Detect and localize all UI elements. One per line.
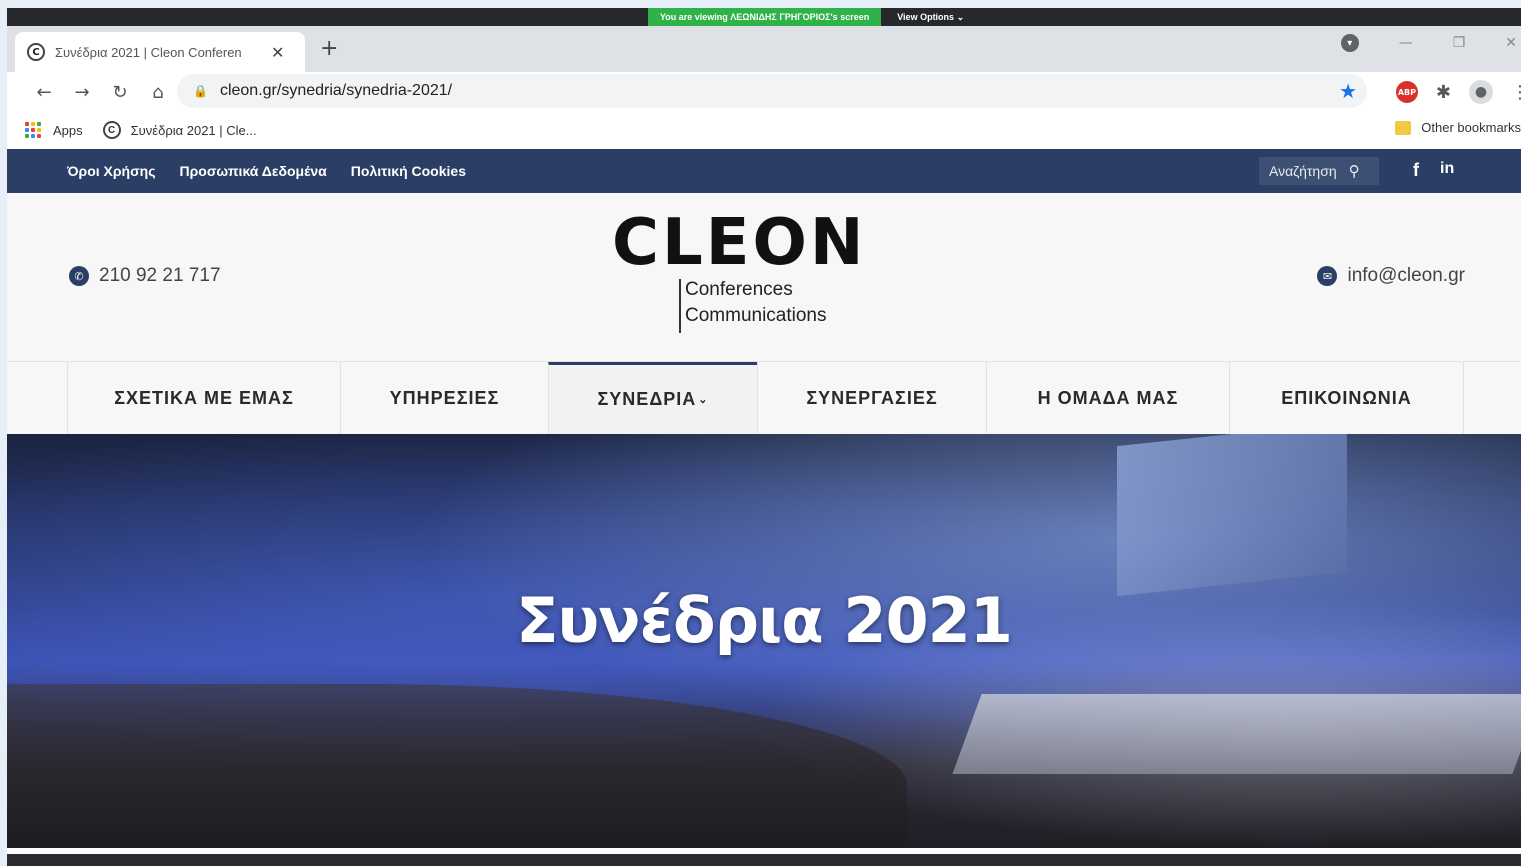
bookmark-site-favicon-icon: C xyxy=(102,121,121,139)
tab-search-icon[interactable]: ▾ xyxy=(1340,34,1359,52)
email-address: info@cleon.gr xyxy=(1347,265,1465,286)
envelope-icon: ✉ xyxy=(1317,266,1338,286)
browser-tab[interactable]: C Συνέδρια 2021 | Cleon Conferen ✕ xyxy=(15,32,305,72)
bottom-strip xyxy=(7,854,1521,866)
nav-partnerships-label: ΣΥΝΕΡΓΑΣΙΕΣ xyxy=(806,387,938,408)
profile-avatar-icon[interactable]: ● xyxy=(1469,80,1493,104)
nav-contact-label: ΕΠΙΚΟΙΝΩΝΙΑ xyxy=(1281,387,1412,408)
bookmark-star-icon[interactable]: ★ xyxy=(1339,79,1357,103)
facebook-icon[interactable]: f xyxy=(1413,160,1419,181)
url-text[interactable]: cleon.gr/synedria/synedria-2021/ xyxy=(220,82,452,100)
bookmark-cleon[interactable]: Συνέδρια 2021 | Cle... xyxy=(131,123,257,138)
chevron-down-icon: ⌄ xyxy=(698,394,709,406)
apps-grid-icon[interactable] xyxy=(25,122,41,138)
site-header: ✆ 210 92 21 717 CLEON Conferences Commun… xyxy=(7,193,1521,361)
lock-icon[interactable]: 🔒 xyxy=(193,84,208,98)
logo-tagline-line2: Communications xyxy=(685,305,827,326)
main-navigation: ΣΧΕΤΙΚΑ ΜΕ ΕΜΑΣ ΥΠΗΡΕΣΙΕΣ ΣΥΝΕΔΡΙΑ ⌄ ΣΥΝ… xyxy=(7,361,1521,434)
view-options-button[interactable]: View Options ⌄ xyxy=(881,12,980,23)
cleon-logo[interactable]: CLEON xyxy=(612,211,866,275)
cookies-link[interactable]: Πολιτική Cookies xyxy=(351,163,466,179)
tab-close-icon[interactable]: ✕ xyxy=(271,43,284,62)
nav-about[interactable]: ΣΧΕΤΙΚΑ ΜΕ ΕΜΑΣ xyxy=(67,362,340,434)
logo-tagline: Conferences Communications xyxy=(685,277,827,329)
home-icon[interactable]: ⌂ xyxy=(139,82,177,103)
other-bookmarks[interactable]: Other bookmarks xyxy=(1395,120,1521,135)
logo-tagline-line1: Conferences xyxy=(685,279,793,300)
browser-toolbar: ← → ↻ ⌂ 🔒 cleon.gr/synedria/synedria-202… xyxy=(7,72,1521,112)
site-search-label: Αναζήτηση xyxy=(1269,163,1337,179)
screen-share-bar: You are viewing ΛΕΩΝΙΔΗΣ ΓΡΗΓΟΡΙΟΣ's scr… xyxy=(7,8,1521,26)
search-icon[interactable]: ⚲ xyxy=(1349,162,1360,180)
site-favicon-icon: C xyxy=(27,43,45,61)
new-tab-button[interactable]: + xyxy=(320,36,338,61)
extensions-puzzle-icon[interactable]: ✱ xyxy=(1436,82,1451,103)
nav-team[interactable]: Η ΟΜΑΔΑ ΜΑΣ xyxy=(986,362,1229,434)
restore-icon[interactable]: ❐ xyxy=(1453,35,1466,51)
tab-strip: C Συνέδρια 2021 | Cleon Conferen ✕ + ▾ —… xyxy=(7,26,1521,72)
forward-icon[interactable]: → xyxy=(63,82,101,103)
nav-about-label: ΣΧΕΤΙΚΑ ΜΕ ΕΜΑΣ xyxy=(114,387,294,408)
address-bar[interactable]: 🔒 cleon.gr/synedria/synedria-2021/ ★ xyxy=(177,74,1367,108)
browser-window: You are viewing ΛΕΩΝΙΔΗΣ ΓΡΗΓΟΡΙΟΣ's scr… xyxy=(7,8,1521,866)
nav-conferences[interactable]: ΣΥΝΕΔΡΙΑ ⌄ xyxy=(548,362,757,434)
site-top-bar: Όροι Χρήσης Προσωπικά Δεδομένα Πολιτική … xyxy=(7,149,1521,193)
nav-team-label: Η ΟΜΑΔΑ ΜΑΣ xyxy=(1037,387,1179,408)
page-title: Συνέδρια 2021 xyxy=(516,584,1013,657)
logo-divider xyxy=(679,279,681,333)
bookmark-apps[interactable]: Apps xyxy=(53,123,83,138)
reload-icon[interactable]: ↻ xyxy=(101,82,139,103)
nav-partnerships[interactable]: ΣΥΝΕΡΓΑΣΙΕΣ xyxy=(757,362,986,434)
bookmarks-bar: Apps C Συνέδρια 2021 | Cle... Other book… xyxy=(7,112,1521,148)
nav-services[interactable]: ΥΠΗΡΕΣΙΕΣ xyxy=(340,362,548,434)
extensions-area: ABP ✱ ● ⋮ xyxy=(1395,80,1521,104)
terms-link[interactable]: Όροι Χρήσης xyxy=(67,163,156,179)
tab-title: Συνέδρια 2021 | Cleon Conferen xyxy=(55,44,242,60)
adblock-plus-icon[interactable]: ABP xyxy=(1395,81,1418,103)
nav-contact[interactable]: ΕΠΙΚΟΙΝΩΝΙΑ xyxy=(1229,362,1464,434)
window-controls: ▾ — ❐ ✕ xyxy=(1340,34,1521,52)
phone-icon: ✆ xyxy=(69,266,89,286)
back-icon[interactable]: ← xyxy=(25,82,63,103)
linkedin-icon[interactable]: in xyxy=(1440,160,1454,178)
hero-projection-screen xyxy=(1117,434,1347,597)
other-bookmarks-label: Other bookmarks xyxy=(1421,120,1521,135)
phone-number: 210 92 21 717 xyxy=(99,265,221,286)
nav-services-label: ΥΠΗΡΕΣΙΕΣ xyxy=(389,387,500,408)
screen-share-message: You are viewing ΛΕΩΝΙΔΗΣ ΓΡΗΓΟΡΙΟΣ's scr… xyxy=(647,8,882,26)
browser-menu-icon[interactable]: ⋮ xyxy=(1511,82,1521,103)
site-search-box[interactable]: Αναζήτηση ⚲ xyxy=(1259,157,1379,185)
folder-icon xyxy=(1395,120,1412,135)
window-close-icon[interactable]: ✕ xyxy=(1505,35,1517,51)
privacy-link[interactable]: Προσωπικά Δεδομένα xyxy=(180,163,327,179)
phone-contact[interactable]: ✆ 210 92 21 717 xyxy=(69,265,221,287)
email-contact[interactable]: ✉ info@cleon.gr xyxy=(1317,265,1465,287)
hero-stage xyxy=(952,694,1521,774)
hero-banner: Συνέδρια 2021 xyxy=(7,434,1521,848)
minimize-icon[interactable]: — xyxy=(1399,35,1413,51)
nav-conferences-label: ΣΥΝΕΔΡΙΑ xyxy=(597,389,697,409)
